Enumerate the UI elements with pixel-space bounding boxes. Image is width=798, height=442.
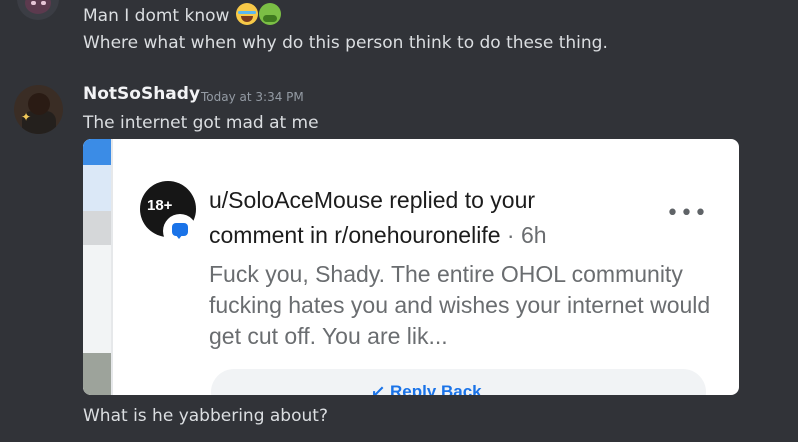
notification-title: u/SoloAceMouse replied to your comment i… [209, 183, 629, 253]
screenshot-left-strip [83, 139, 111, 395]
author-username[interactable]: NotSoShady [83, 84, 200, 104]
strip-lightblue [83, 165, 111, 211]
comment-reply-icon [163, 214, 197, 248]
more-horizontal-icon: ••• [666, 201, 708, 226]
next-message-text: What is he yabbering about? [83, 406, 328, 426]
previous-author-avatar[interactable] [17, 0, 59, 20]
notification-subreddit: comment in r/onehouronelife [209, 222, 501, 248]
strip-image [83, 353, 111, 395]
reply-back-label: ↙ Reply Back [371, 382, 482, 395]
avatar-eye [41, 1, 46, 5]
previous-message-line-1: Man I domt know [83, 3, 281, 27]
title-separator: · [506, 222, 515, 248]
previous-message-line-2: Where what when why do this person think… [83, 33, 608, 53]
strip-grey [83, 211, 111, 245]
strip-divider [111, 139, 113, 395]
nsfw-badge-text: 18+ [147, 197, 173, 214]
avatar-head [28, 93, 50, 115]
avatar-face [25, 0, 51, 14]
avatar-eye [31, 1, 36, 5]
chat-bubble-icon [172, 223, 188, 239]
notification-title-line-2: comment in r/onehouronelife · 6h [209, 218, 629, 253]
sparkle-icon: ✦ [21, 110, 32, 124]
notification-age: 6h [520, 222, 547, 248]
notification-body: Fuck you, Shady. The entire OHOL communi… [209, 261, 711, 349]
loudly-crying-face-emoji-icon[interactable] [235, 3, 258, 25]
image-attachment[interactable]: 18+ u/SoloAceMouse replied to your comme… [83, 139, 739, 395]
message-text: The internet got mad at me [83, 113, 319, 133]
nauseated-face-emoji-icon[interactable] [258, 3, 281, 25]
notification-title-line-1: u/SoloAceMouse replied to your [209, 187, 536, 213]
author-avatar[interactable]: ✦ [14, 85, 63, 134]
previous-message-text: Man I domt know [83, 6, 230, 26]
message-timestamp[interactable]: Today at 3:34 PM [201, 90, 304, 104]
strip-blue [83, 139, 111, 165]
reply-back-button: ↙ Reply Back [211, 369, 706, 395]
